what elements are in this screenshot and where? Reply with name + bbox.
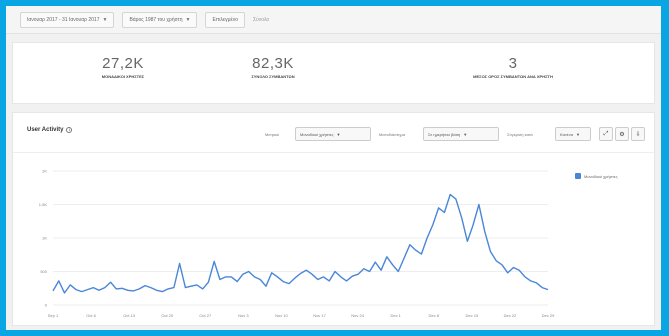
stat-value: 82,3K bbox=[252, 55, 294, 72]
segment-label: Βάρος 1987 του χρήστη bbox=[129, 16, 183, 23]
x-tick-label: Nov 10 bbox=[275, 313, 288, 318]
compare-select[interactable]: Κανένα ▼ bbox=[555, 127, 591, 141]
date-range-label: Ιανουαρ 2017 - 31 Ιανουαρ 2017 bbox=[27, 16, 100, 23]
expand-icon[interactable]: ⤢ bbox=[599, 127, 613, 141]
checkbox-icon[interactable] bbox=[575, 173, 581, 179]
metric-select-value: Μοναδικοί χρήστες bbox=[300, 131, 334, 137]
caret-down-icon: ▼ bbox=[185, 16, 191, 23]
app-frame: Ιανουαρ 2017 - 31 Ιανουαρ 2017 ▼ Βάρος 1… bbox=[6, 6, 661, 330]
x-tick-label: Oct 20 bbox=[161, 313, 174, 318]
clear-link[interactable]: Σύνολο bbox=[253, 17, 269, 23]
series-line bbox=[52, 193, 549, 294]
x-tick-label: Oct 13 bbox=[123, 313, 136, 318]
stat-unique-users: 27,2K ΜΟΝΑΔΙΚΟΙ ΧΡΗΣΤΕΣ bbox=[83, 55, 163, 79]
interval-select[interactable]: Σε ημερήσια βάση ▼ bbox=[423, 127, 499, 141]
y-tick-label: 2K bbox=[42, 169, 47, 174]
metric-label: Μετρικό bbox=[265, 132, 280, 137]
chart-grid bbox=[53, 170, 548, 306]
stat-total-events: 82,3K ΣΥΝΟΛΟ ΣΥΜΒΑΝΤΩΝ bbox=[233, 55, 313, 79]
x-tick-label: Dec 8 bbox=[429, 313, 440, 318]
stat-value: 27,2K bbox=[102, 55, 144, 72]
stat-label: ΜΟΝΑΔΙΚΟΙ ΧΡΗΣΤΕΣ bbox=[101, 74, 145, 79]
x-tick-label: Dec 1 bbox=[390, 313, 401, 318]
metric-select[interactable]: Μοναδικοί χρήστες ▼ bbox=[295, 127, 371, 141]
segment-button[interactable]: Βάρος 1987 του χρήστη ▼ bbox=[122, 11, 198, 28]
x-tick-label: Nov 3 bbox=[238, 313, 249, 318]
y-tick-label: 0 bbox=[45, 303, 48, 308]
x-tick-label: Dec 15 bbox=[466, 313, 479, 318]
x-axis-ticks: Sep 1 Oct 6 Oct 13 Oct 20 Oct 27 Nov 3 Nov 10 N… bbox=[48, 313, 555, 318]
filter-toolbar: Ιανουαρ 2017 - 31 Ιανουαρ 2017 ▼ Βάρος 1… bbox=[6, 6, 661, 34]
settings-icon[interactable]: ⚙ bbox=[615, 127, 629, 141]
caret-down-icon: ▼ bbox=[576, 131, 580, 137]
y-tick-label: 1K bbox=[42, 236, 47, 241]
x-tick-label: Oct 6 bbox=[86, 313, 96, 318]
y-tick-label: 500 bbox=[40, 269, 47, 274]
date-range-button[interactable]: Ιανουαρ 2017 - 31 Ιανουαρ 2017 ▼ bbox=[20, 11, 115, 28]
x-tick-label: Nov 17 bbox=[313, 313, 326, 318]
x-tick-label: Dec 29 bbox=[542, 313, 555, 318]
user-activity-chart: 0 500 1K 1,5K 2K Sep 1 Oct 6 Oct 13 Oct 20 Oct 2… bbox=[39, 169, 555, 319]
x-tick-label: Oct 27 bbox=[199, 313, 212, 318]
info-icon[interactable]: i bbox=[66, 127, 73, 133]
chart-legend[interactable]: Μοναδικοί χρήστες bbox=[575, 173, 618, 179]
y-axis-ticks: 0 500 1K 1,5K 2K bbox=[39, 169, 48, 308]
panel-header: User Activity i Μετρικό Μοναδικοί χρήστε… bbox=[13, 113, 654, 153]
x-tick-label: Nov 24 bbox=[351, 313, 364, 318]
stat-label: ΣΥΝΟΛΟ ΣΥΜΒΑΝΤΩΝ bbox=[251, 74, 295, 79]
y-tick-label: 1,5K bbox=[39, 202, 48, 207]
stat-label: ΜΕΣΟΣ ΟΡΟΣ ΣΥΜΒΑΝΤΩΝ ΑΝΑ ΧΡΗΣΤΗ bbox=[473, 74, 553, 79]
panel-title: User Activity i bbox=[27, 127, 73, 133]
compare-label: Σύγκριση κατά bbox=[507, 132, 533, 137]
x-tick-label: Dec 22 bbox=[504, 313, 517, 318]
legend-label: Μοναδικοί χρήστες bbox=[584, 173, 618, 179]
caret-down-icon: ▼ bbox=[463, 131, 468, 137]
caret-down-icon: ▼ bbox=[336, 131, 341, 137]
interval-select-value: Σε ημερήσια βάση bbox=[428, 131, 461, 137]
filter-label: Επιλεγμένο bbox=[212, 16, 238, 23]
filter-button[interactable]: Επιλεγμένο bbox=[205, 11, 245, 28]
stat-avg-events: 3 ΜΕΣΟΣ ΟΡΟΣ ΣΥΜΒΑΝΤΩΝ ΑΝΑ ΧΡΗΣΤΗ bbox=[453, 55, 573, 79]
caret-down-icon: ▼ bbox=[102, 16, 108, 23]
chart-series bbox=[52, 193, 549, 294]
stat-value: 3 bbox=[508, 55, 518, 72]
stats-card: 27,2K ΜΟΝΑΔΙΚΟΙ ΧΡΗΣΤΕΣ 82,3K ΣΥΝΟΛΟ ΣΥΜ… bbox=[12, 42, 655, 104]
user-activity-panel: User Activity i Μετρικό Μοναδικοί χρήστε… bbox=[12, 112, 655, 326]
compare-select-value: Κανένα bbox=[560, 131, 574, 137]
panel-title-text: User Activity bbox=[27, 127, 64, 133]
interval-label: Μεσοδιάστημα bbox=[379, 132, 406, 137]
download-icon[interactable]: ⇩ bbox=[631, 127, 645, 141]
x-tick-label: Sep 1 bbox=[48, 313, 59, 318]
